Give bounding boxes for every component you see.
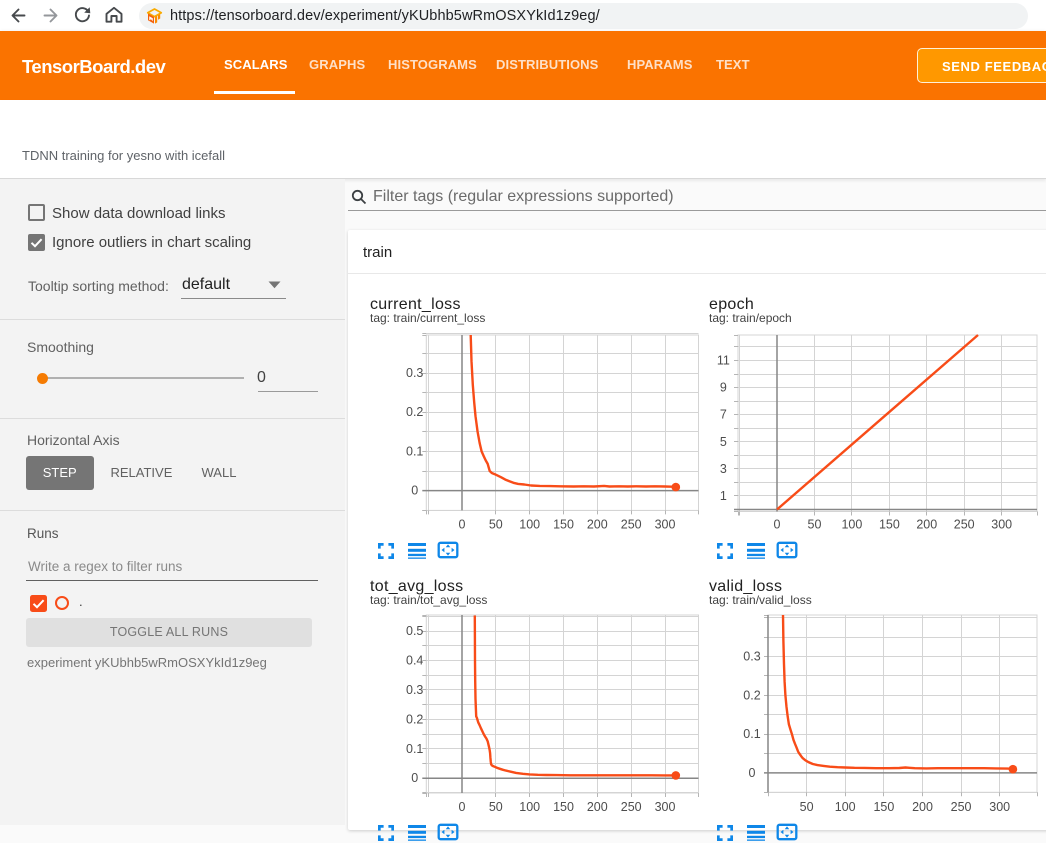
svg-text:0.2: 0.2: [406, 712, 423, 726]
svg-text:0: 0: [411, 484, 418, 498]
svg-text:0.4: 0.4: [406, 654, 423, 668]
svg-text:300: 300: [989, 800, 1010, 814]
svg-text:0.2: 0.2: [743, 688, 760, 702]
svg-text:50: 50: [808, 518, 822, 532]
svg-text:100: 100: [519, 800, 540, 814]
svg-text:300: 300: [655, 800, 676, 814]
svg-text:5: 5: [720, 435, 727, 449]
svg-text:250: 250: [621, 800, 642, 814]
svg-text:150: 150: [873, 800, 894, 814]
svg-text:100: 100: [519, 518, 540, 532]
svg-text:1: 1: [720, 489, 727, 503]
svg-text:11: 11: [717, 353, 730, 367]
svg-text:0: 0: [411, 771, 418, 785]
svg-text:150: 150: [553, 800, 574, 814]
svg-text:0.3: 0.3: [406, 366, 423, 380]
svg-text:250: 250: [951, 800, 972, 814]
svg-text:50: 50: [800, 800, 814, 814]
svg-text:300: 300: [991, 518, 1012, 532]
svg-text:0.1: 0.1: [406, 444, 423, 458]
svg-text:0.5: 0.5: [406, 624, 423, 638]
svg-text:0: 0: [459, 800, 466, 814]
svg-text:0: 0: [459, 518, 466, 532]
svg-text:0.1: 0.1: [743, 727, 760, 741]
svg-text:50: 50: [489, 518, 503, 532]
svg-text:150: 150: [879, 518, 900, 532]
svg-text:0.3: 0.3: [743, 650, 760, 664]
svg-text:50: 50: [489, 800, 503, 814]
svg-text:250: 250: [954, 518, 975, 532]
svg-text:150: 150: [553, 518, 574, 532]
svg-text:250: 250: [621, 518, 642, 532]
svg-text:0.3: 0.3: [406, 683, 423, 697]
svg-text:200: 200: [587, 518, 608, 532]
svg-text:200: 200: [587, 800, 608, 814]
svg-text:100: 100: [835, 800, 856, 814]
svg-text:100: 100: [841, 518, 862, 532]
svg-text:0.1: 0.1: [406, 742, 423, 756]
svg-text:7: 7: [720, 408, 727, 422]
svg-text:3: 3: [720, 462, 727, 476]
svg-text:0: 0: [774, 518, 781, 532]
svg-text:200: 200: [912, 800, 933, 814]
svg-text:200: 200: [916, 518, 937, 532]
svg-text:9: 9: [720, 381, 727, 395]
svg-text:0.2: 0.2: [406, 405, 423, 419]
svg-text:300: 300: [655, 518, 676, 532]
svg-text:0: 0: [749, 766, 756, 780]
